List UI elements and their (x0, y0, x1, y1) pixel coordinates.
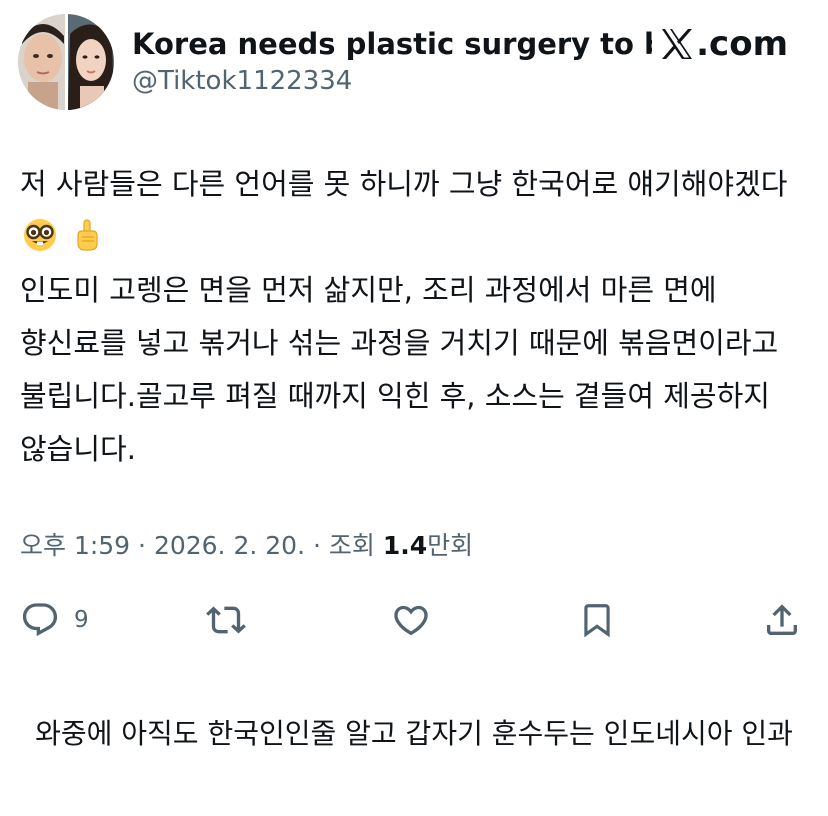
tweet-screenshot: Korea needs plastic surgery to b... @Tik… (0, 0, 828, 816)
like-button[interactable] (390, 600, 432, 640)
tweet-meta: 오후 1:59 · 2026. 2. 20. · 조회 1.4만회 (20, 528, 473, 564)
like-icon (394, 605, 428, 636)
avatar-image (18, 14, 114, 110)
nerd-face-emoji (24, 219, 56, 251)
views-label: 조회 (328, 531, 383, 560)
avatar[interactable] (18, 14, 114, 110)
bookmark-button[interactable] (578, 600, 616, 640)
tweet-text: 저 사람들은 다른 언어를 못 하니까 그냥 한국어로 얘기해야겠다 인도미 고… (20, 158, 810, 476)
pointing-up-emoji (77, 219, 98, 251)
author-handle[interactable]: @Tiktok1122334 (132, 64, 352, 98)
tweet-text-line1: 저 사람들은 다른 언어를 못 하니까 그냥 한국어로 얘기해야겠다 (20, 167, 788, 201)
author-name[interactable]: Korea needs plastic surgery to b... (132, 26, 652, 62)
retweet-icon (206, 606, 246, 634)
reply-button[interactable]: 9 (20, 600, 89, 640)
x-logo-icon (662, 29, 693, 59)
reply-count: 9 (74, 607, 89, 633)
views-unit: 만회 (427, 531, 474, 560)
views-number: 1.4 (382, 531, 428, 560)
meta-separator: · (305, 531, 329, 560)
brand-text: .com (696, 24, 788, 64)
tweet-text-paragraph2: 인도미 고렝은 면을 먼저 삶지만, 조리 과정에서 마른 면에 향신료를 넣고… (20, 273, 788, 466)
bookmark-icon (584, 604, 610, 638)
tweet-time[interactable]: 오후 1:59 (20, 531, 130, 560)
retweet-button[interactable] (204, 600, 248, 640)
share-icon (767, 604, 797, 635)
share-button[interactable] (762, 600, 802, 640)
brand-watermark: .com (660, 24, 788, 64)
tweet-date[interactable]: 2026. 2. 20. (154, 531, 305, 560)
caption: 와중에 아직도 한국인인줄 알고 갑자기 훈수두는 인도네시아 인과 (35, 717, 793, 750)
meta-separator: · (130, 531, 154, 560)
reply-icon (22, 603, 58, 637)
